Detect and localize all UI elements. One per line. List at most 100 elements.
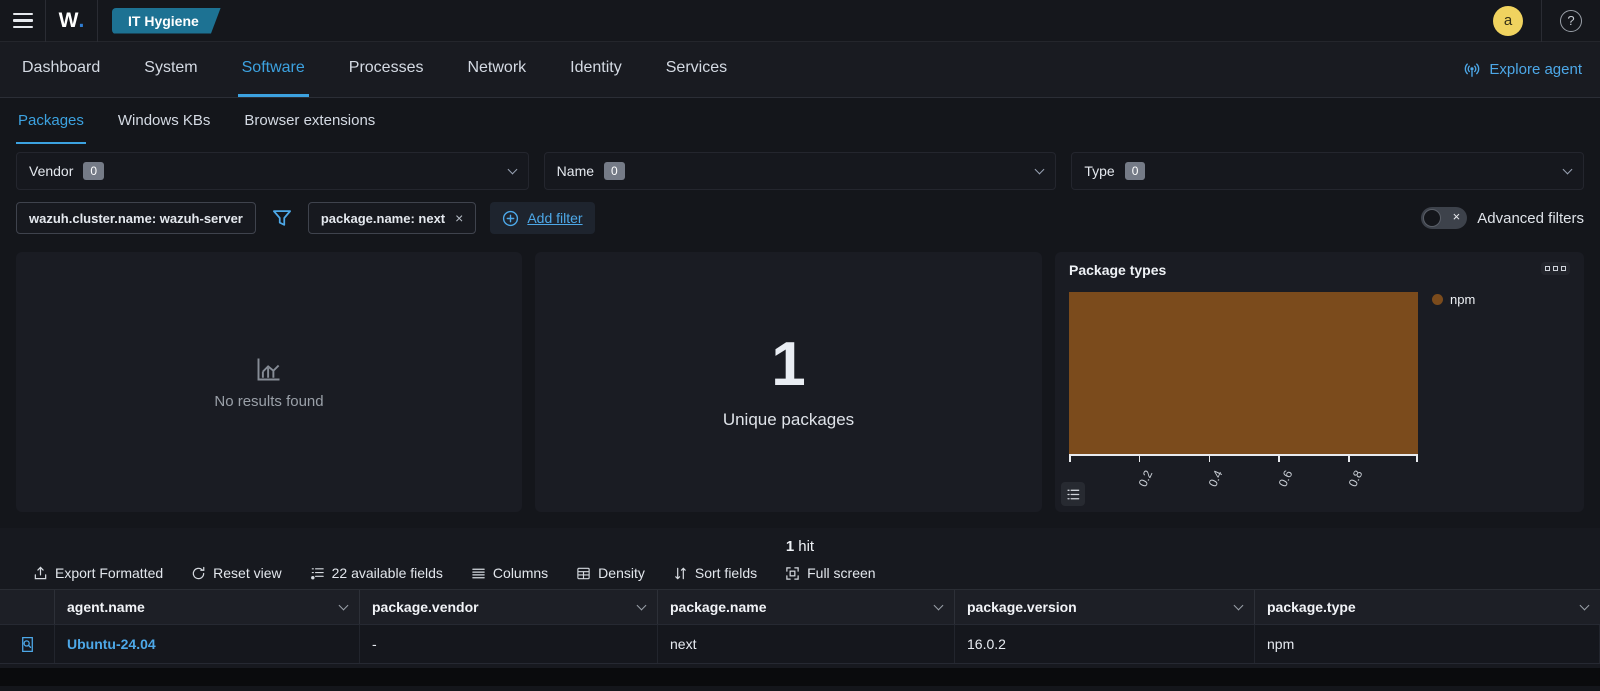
- cell-package-vendor: -: [360, 625, 658, 663]
- tick-label: 0.8: [1345, 468, 1365, 490]
- breadcrumb-it-hygiene[interactable]: IT Hygiene: [112, 7, 221, 34]
- export-icon: [34, 566, 47, 579]
- results-table-section: 1 hit Export Formatted Reset view 22 avai…: [0, 528, 1600, 686]
- column-header-package-version[interactable]: package.version: [955, 590, 1255, 624]
- table-row: Ubuntu-24.04 - next 16.0.2 npm: [0, 624, 1600, 664]
- top-header-bar: W. IT Hygiene a ?: [0, 0, 1600, 42]
- column-header-package-name[interactable]: package.name: [658, 590, 955, 624]
- type-select[interactable]: Type 0: [1071, 152, 1585, 190]
- metric-value: 1: [771, 330, 806, 399]
- hits-value: 1: [785, 538, 795, 555]
- page-bottom: [0, 668, 1600, 686]
- cell-agent-name: Ubuntu-24.04: [55, 625, 360, 663]
- tab-dashboard[interactable]: Dashboard: [18, 42, 104, 97]
- chevron-down-icon[interactable]: [338, 600, 349, 611]
- density-button[interactable]: Density: [576, 565, 645, 581]
- filter-pill-cluster-name[interactable]: wazuh.cluster.name: wazuh-server: [16, 202, 256, 234]
- filter-pills-row: wazuh.cluster.name: wazuh-server package…: [0, 190, 1600, 234]
- panel-options-icon[interactable]: [1541, 262, 1570, 275]
- close-icon[interactable]: ×: [455, 210, 463, 226]
- table-toolbar: Export Formatted Reset view 22 available…: [0, 561, 1600, 589]
- legend-item-npm[interactable]: npm: [1432, 292, 1570, 307]
- chevron-down-icon[interactable]: [1579, 600, 1590, 611]
- tick-label: 0.4: [1205, 468, 1226, 490]
- name-count-badge: 0: [604, 162, 625, 180]
- control-column-header: [0, 590, 55, 624]
- bar-chart-icon: [255, 355, 283, 383]
- agent-name-link[interactable]: Ubuntu-24.04: [67, 636, 156, 652]
- explore-agent-link[interactable]: Explore agent: [1463, 61, 1582, 79]
- menu-icon[interactable]: [0, 0, 46, 42]
- tab-identity[interactable]: Identity: [566, 42, 626, 97]
- wazuh-logo[interactable]: W.: [46, 0, 98, 42]
- filter-pill-package-name[interactable]: package.name: next ×: [307, 202, 477, 234]
- chevron-down-icon[interactable]: [933, 600, 944, 611]
- advanced-filters-toggle[interactable]: ×: [1421, 207, 1468, 229]
- chevron-down-icon: [507, 164, 518, 175]
- add-filter-button[interactable]: Add filter: [490, 202, 595, 234]
- name-select-label: Name: [556, 163, 595, 179]
- tab-packages[interactable]: Packages: [16, 99, 86, 144]
- tab-browser-extensions[interactable]: Browser extensions: [242, 99, 377, 144]
- add-filter-label: Add filter: [527, 210, 583, 226]
- x-axis-tick-labels: 0.2 0.4 0.6 0.8: [1069, 460, 1418, 506]
- hits-count: 1 hit: [0, 536, 1600, 561]
- legend-label: npm: [1450, 292, 1476, 307]
- vendors-panel-no-results: No results found: [16, 252, 522, 512]
- explore-agent-label: Explore agent: [1489, 61, 1582, 78]
- cell-package-version: 16.0.2: [955, 625, 1255, 663]
- filter-funnel-icon[interactable]: [272, 208, 292, 228]
- tab-system[interactable]: System: [140, 42, 201, 97]
- tick-label: 0.2: [1135, 468, 1156, 490]
- type-count-badge: 0: [1124, 162, 1146, 180]
- logo-dot: .: [78, 8, 85, 32]
- expand-row-button[interactable]: [0, 625, 55, 663]
- legend-dot: [1432, 294, 1443, 305]
- vendor-select[interactable]: Vendor 0: [16, 152, 529, 190]
- vendor-count-badge: 0: [83, 162, 105, 180]
- avatar[interactable]: a: [1493, 5, 1523, 36]
- visualization-panels: No results found 1 Unique packages Packa…: [0, 234, 1600, 512]
- table-header-row: agent.name package.vendor package.name p…: [0, 589, 1600, 624]
- cell-package-name: next: [658, 625, 955, 663]
- package-types-panel: Package types 0.2 0.4 0.6 0.8 npm: [1055, 252, 1584, 512]
- filter-pill-text: package.name: next: [320, 210, 446, 226]
- unique-packages-panel: 1 Unique packages: [535, 252, 1042, 512]
- tab-processes[interactable]: Processes: [345, 42, 428, 97]
- column-header-package-type[interactable]: package.type: [1255, 590, 1600, 624]
- no-results-text: No results found: [214, 392, 324, 410]
- tab-software[interactable]: Software: [237, 42, 309, 97]
- reset-view-button[interactable]: Reset view: [191, 565, 282, 581]
- help-icon[interactable]: ?: [1560, 9, 1582, 32]
- chevron-down-icon: [1034, 164, 1045, 175]
- tab-network[interactable]: Network: [463, 42, 530, 97]
- logo-text: W: [58, 8, 79, 32]
- filter-pill-text: wazuh.cluster.name: wazuh-server: [29, 210, 243, 226]
- column-header-package-vendor[interactable]: package.vendor: [360, 590, 658, 624]
- topbar-right: a ?: [1493, 0, 1600, 42]
- legend-list-icon[interactable]: [1061, 482, 1085, 506]
- chevron-down-icon[interactable]: [636, 600, 647, 611]
- fullscreen-icon: [786, 566, 799, 580]
- sort-icon: [675, 566, 686, 580]
- chevron-down-icon[interactable]: [1233, 600, 1244, 611]
- plot-area: 0.2 0.4 0.6 0.8: [1069, 292, 1418, 506]
- columns-button[interactable]: Columns: [471, 565, 548, 581]
- package-types-bar[interactable]: [1069, 292, 1418, 454]
- sort-fields-button[interactable]: Sort fields: [673, 565, 757, 581]
- full-screen-button[interactable]: Full screen: [785, 565, 876, 581]
- hits-label: hit: [798, 538, 815, 555]
- tab-services[interactable]: Services: [662, 42, 731, 97]
- tab-windows-kbs[interactable]: Windows KBs: [116, 99, 213, 144]
- name-select[interactable]: Name 0: [543, 152, 1057, 190]
- column-header-agent-name[interactable]: agent.name: [55, 590, 360, 624]
- filter-selects-row: Vendor 0 Name 0 Type 0: [0, 144, 1600, 190]
- columns-icon: [472, 568, 485, 578]
- fields-icon: [310, 567, 324, 579]
- available-fields-button[interactable]: 22 available fields: [310, 565, 443, 581]
- panel-title: Package types: [1069, 262, 1167, 278]
- density-icon: [577, 567, 590, 579]
- metric-label: Unique packages: [722, 410, 855, 429]
- export-formatted-button[interactable]: Export Formatted: [33, 565, 163, 581]
- toggle-off-icon: ×: [1452, 209, 1461, 224]
